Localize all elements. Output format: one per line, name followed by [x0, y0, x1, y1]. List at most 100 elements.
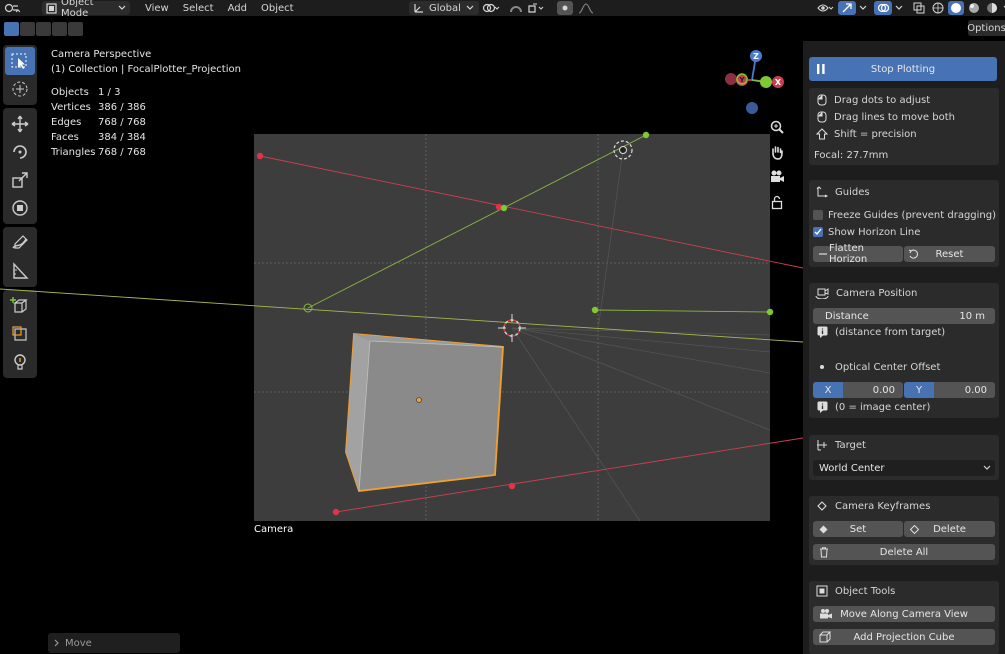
set-keyframe-button[interactable]: Set: [813, 521, 903, 537]
blender-window: Object Mode View Select Add Object Globa…: [0, 0, 1005, 654]
lock-camera-icon[interactable]: [767, 192, 787, 212]
move-along-label: Move Along Camera View: [840, 608, 968, 620]
guides-header[interactable]: Guides: [809, 184, 999, 200]
stop-plotting-button[interactable]: Stop Plotting: [809, 57, 997, 81]
gizmo-neg-z[interactable]: [746, 102, 758, 114]
add-projection-cube-button[interactable]: Add Projection Cube: [813, 629, 995, 645]
camera-orbit-icon: [814, 287, 830, 299]
green-handle[interactable]: [500, 204, 508, 212]
composition-guides: [254, 134, 770, 521]
camera-view-icon[interactable]: [767, 167, 787, 187]
reset-button[interactable]: Reset: [904, 246, 995, 262]
target-title: Target: [835, 439, 866, 451]
perspective-line: [511, 327, 641, 522]
move-along-camera-button[interactable]: Move Along Camera View: [813, 606, 995, 622]
offset-y-field[interactable]: Y 0.00: [904, 382, 995, 398]
trash-icon: [819, 546, 829, 558]
hint-row: Shift = precision: [809, 126, 999, 142]
zoom-icon[interactable]: [767, 117, 787, 137]
optical-note: (0 = image center): [835, 401, 931, 413]
shift-key-icon: [815, 128, 829, 140]
cube-icon: [819, 631, 831, 643]
object-tools-panel: Object Tools Move Along Camera View Add …: [809, 581, 999, 654]
info-icon: [815, 401, 829, 413]
hint-text: Shift = precision: [834, 128, 917, 140]
mouse-left-icon: [815, 94, 829, 106]
hint-text: Drag lines to move both: [834, 111, 955, 123]
camera-position-title: Camera Position: [836, 287, 918, 299]
keyframes-title: Camera Keyframes: [835, 500, 931, 512]
camera-position-header[interactable]: Camera Position: [809, 285, 999, 301]
hint-row: Drag lines to move both: [809, 109, 999, 125]
distance-value: 10 m: [959, 310, 985, 322]
gizmo-x-label: X: [775, 78, 782, 87]
operator-label: Move: [65, 637, 92, 649]
keyframe-filled-icon: [819, 525, 828, 534]
object-icon: [815, 585, 829, 597]
keyframe-outline-icon: [910, 524, 919, 534]
camera-icon: [819, 608, 833, 620]
target-value: World Center: [819, 462, 885, 474]
distance-note-row: (distance from target): [809, 324, 999, 340]
delete-label: Delete: [933, 523, 966, 535]
green-guide-line-2[interactable]: [594, 309, 771, 313]
pan-hand-icon[interactable]: [767, 142, 787, 162]
target-dropdown[interactable]: World Center: [813, 460, 995, 476]
target-header[interactable]: Target: [809, 437, 999, 453]
freeze-guides-checkbox[interactable]: Freeze Guides (prevent dragging): [809, 207, 999, 223]
horizon-line[interactable]: [0, 288, 804, 343]
show-horizon-checkbox[interactable]: Show Horizon Line: [809, 224, 999, 240]
object-origin: [416, 397, 422, 403]
dot-icon: [815, 364, 829, 370]
show-horizon-label: Show Horizon Line: [828, 226, 921, 238]
camera-keyframes-panel: Camera Keyframes Set Delete Delete All: [809, 496, 999, 565]
projection-cube[interactable]: [345, 333, 504, 492]
optical-center-header: Optical Center Offset: [809, 359, 999, 375]
green-handle[interactable]: [591, 306, 599, 314]
info-icon: [815, 326, 829, 338]
hints-panel: Drag dots to adjust Drag lines to move b…: [809, 88, 999, 165]
gizmo-neg-x[interactable]: [725, 73, 737, 85]
distance-label: Distance: [825, 310, 869, 322]
chevron-down-icon: [983, 465, 991, 471]
gizmo-y-axis[interactable]: [760, 76, 772, 88]
target-icon: [815, 439, 829, 451]
navigation-gizmo[interactable]: Z X Y: [725, 50, 784, 114]
perspective-line: [511, 327, 771, 374]
set-label: Set: [849, 523, 867, 535]
offset-y-value: 0.00: [964, 384, 987, 396]
last-operator-panel[interactable]: Move: [48, 633, 180, 653]
red-handle[interactable]: [332, 508, 340, 516]
green-guide-line-1[interactable]: [307, 134, 647, 309]
delete-all-button[interactable]: Delete All: [813, 544, 995, 560]
optical-note-row: (0 = image center): [809, 399, 999, 415]
add-cube-label: Add Projection Cube: [853, 631, 955, 643]
keyframes-header[interactable]: Camera Keyframes: [809, 498, 999, 514]
hint-row: Drag dots to adjust: [809, 92, 999, 108]
green-handle[interactable]: [766, 308, 774, 316]
reset-icon: [908, 249, 919, 259]
flatten-horizon-label: Flatten Horizon: [829, 243, 868, 265]
flatten-horizon-button[interactable]: Flatten Horizon: [813, 243, 903, 265]
optical-title: Optical Center Offset: [835, 361, 941, 373]
offset-y-label: Y: [904, 382, 934, 398]
object-tools-title: Object Tools: [835, 585, 896, 597]
focal-readout: Focal: 27.7mm: [814, 149, 889, 161]
perspective-line: [597, 149, 624, 331]
n-panel-sidebar: Stop Plotting Drag dots to adjust Drag l…: [803, 41, 1005, 654]
distance-field[interactable]: Distance 10 m: [813, 308, 995, 324]
red-handle[interactable]: [508, 482, 516, 490]
delete-keyframe-button[interactable]: Delete: [904, 521, 995, 537]
delete-all-label: Delete All: [879, 546, 929, 558]
red-guide-line-1[interactable]: [259, 155, 804, 269]
offset-x-field[interactable]: X 0.00: [813, 382, 903, 398]
checkmark-icon: [813, 227, 823, 237]
camera-position-panel: Camera Position Distance 10 m (distance …: [809, 283, 999, 418]
pause-icon: [817, 64, 825, 74]
red-handle[interactable]: [256, 152, 264, 160]
object-tools-header[interactable]: Object Tools: [809, 583, 999, 599]
chevron-right-icon: [54, 639, 60, 647]
distance-note: (distance from target): [835, 326, 946, 338]
gizmo-z-label: Z: [753, 52, 759, 61]
green-handle[interactable]: [642, 131, 650, 139]
